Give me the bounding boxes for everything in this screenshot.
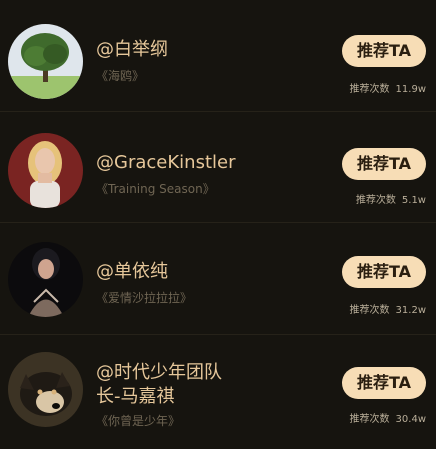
user-name[interactable]: @GraceKinstler [96,151,235,175]
count-label: 推荐次数 [349,84,390,95]
tree-avatar[interactable] [8,24,83,99]
recommend-count: 推荐次数 11.9w [350,83,426,97]
list-item[interactable]: @GraceKinstler 《Training Season》 推荐TA 推荐… [0,112,436,223]
recommend-button[interactable]: 推荐TA [342,256,426,288]
recommend-count: 推荐次数 5.1w [356,194,426,208]
count-value: 5.1w [401,195,426,206]
recommend-list: @白举纲 《海鸥》 推荐TA 推荐次数 11.9w @GraceKinstler … [0,0,436,449]
work-title: 《爱情沙拉拉拉》 [96,291,193,305]
portrait-avatar[interactable] [8,242,83,317]
count-label: 推荐次数 [355,195,396,206]
recommend-button[interactable]: 推荐TA [342,148,426,180]
user-name[interactable]: @单依纯 [96,260,168,284]
portrait-avatar[interactable] [8,133,83,208]
count-value: 30.4w [395,414,426,425]
list-item[interactable]: @单依纯 《爱情沙拉拉拉》 推荐TA 推荐次数 31.2w [0,223,436,335]
recommend-count: 推荐次数 31.2w [350,304,426,318]
dog-avatar[interactable] [8,352,83,427]
recommend-button[interactable]: 推荐TA [342,35,426,67]
count-value: 31.2w [395,305,426,316]
recommend-button[interactable]: 推荐TA [342,367,426,399]
user-name[interactable]: @白举纲 [96,38,168,62]
list-item[interactable]: @白举纲 《海鸥》 推荐TA 推荐次数 11.9w [0,0,436,112]
recommend-count: 推荐次数 30.4w [350,413,426,427]
count-value: 11.9w [395,84,426,95]
work-title: 《你曾是少年》 [96,414,181,428]
count-label: 推荐次数 [349,305,390,316]
count-label: 推荐次数 [349,414,390,425]
user-name[interactable]: @时代少年团队 [96,361,222,385]
work-title: 《海鸥》 [96,69,145,83]
user-name-line2[interactable]: 长-马嘉祺 [96,385,175,409]
list-item[interactable]: @时代少年团队 长-马嘉祺 《你曾是少年》 推荐TA 推荐次数 30.4w [0,335,436,445]
work-title: 《Training Season》 [96,182,215,196]
